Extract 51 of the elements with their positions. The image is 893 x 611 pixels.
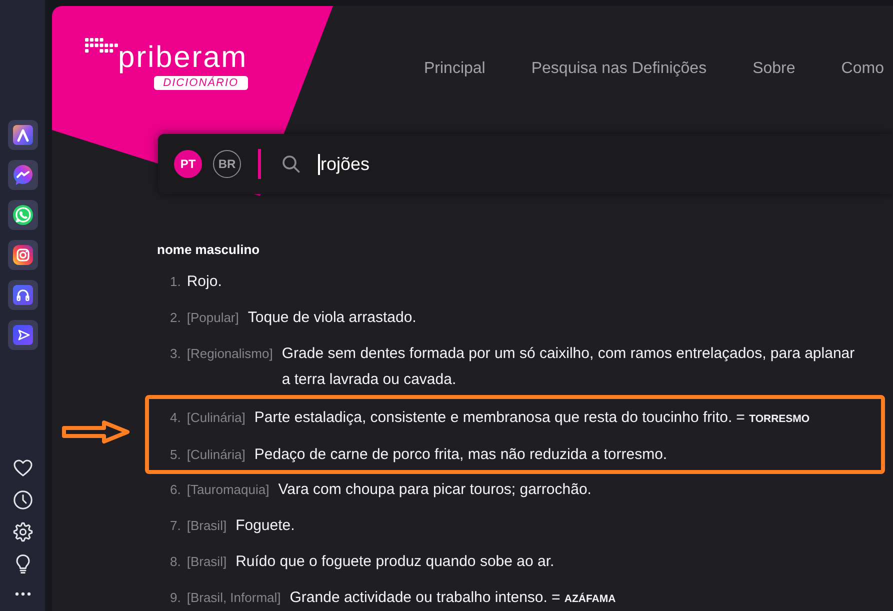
triangle-app-icon[interactable] xyxy=(8,120,38,150)
logo-dots-icon xyxy=(85,38,119,54)
lightbulb-icon[interactable] xyxy=(14,554,30,574)
nav-link[interactable]: Pesquisa nas Definições xyxy=(531,59,707,79)
definition-text: Ruído que o foguete produz quando sobe ao ar. xyxy=(236,553,554,570)
headphones-icon[interactable] xyxy=(8,280,38,310)
definition-number: 8. xyxy=(170,553,181,571)
synonym-link[interactable]: = TORRESMO xyxy=(736,409,810,426)
definition-text: Pedaço de carne de porco frita, mas não reduzida a torresmo. xyxy=(254,446,668,463)
usage-label: [Brasil, Informal] xyxy=(186,589,281,607)
definition-number: 4. xyxy=(170,409,181,427)
clock-icon[interactable] xyxy=(12,490,32,510)
synonym-link[interactable]: = AZÁFAMA xyxy=(551,589,616,606)
usage-label: [Culinária] xyxy=(186,446,246,464)
definition-number: 6. xyxy=(170,481,181,499)
definition-number: 9. xyxy=(170,589,181,607)
definition-text: Grade sem dentes formada por um só caixilho, com ramos entrelaçados, para aplanar a terra lavrada ou cavada. xyxy=(282,345,855,388)
camera-icon[interactable] xyxy=(8,240,38,270)
nav-link[interactable]: Principal xyxy=(424,59,486,79)
definition-text: Grande actividade ou trabalho intenso. xyxy=(290,589,548,606)
arrow-icon xyxy=(62,420,130,444)
usage-label: [Culinária] xyxy=(186,409,246,427)
definition-text: Toque de viola arrastado. xyxy=(248,309,416,326)
definition-text: Rojo. xyxy=(186,273,222,290)
usage-label: [Popular] xyxy=(186,309,239,327)
usage-label: [Brasil] xyxy=(186,553,227,571)
lightning-chat-bubble-icon[interactable] xyxy=(8,160,38,190)
definition-number: 7. xyxy=(170,517,181,535)
language-tab[interactable]: BR xyxy=(213,150,241,178)
nav-link[interactable]: Como xyxy=(841,59,884,79)
search-icon xyxy=(282,155,300,173)
definition-number: 3. xyxy=(170,345,181,363)
search-field[interactable]: rojões xyxy=(314,146,893,182)
definition-number: 5. xyxy=(170,446,181,464)
usage-label: [Tauromaquia] xyxy=(186,481,270,499)
definition-text: Foguete. xyxy=(236,517,295,534)
logo-badge: DICIONÁRIO xyxy=(154,76,248,90)
usage-label: [Regionalismo] xyxy=(186,345,273,363)
logo-wordmark[interactable]: priberam xyxy=(118,43,248,73)
definition-text: Vara com choupa para picar touros; garrochão. xyxy=(278,481,592,498)
language-tab[interactable]: PT xyxy=(174,150,202,178)
definition-number: 1. xyxy=(170,273,181,291)
phone-chat-bubble-icon[interactable] xyxy=(8,200,38,230)
nav-link[interactable]: Sobre xyxy=(752,59,796,79)
settings-icon[interactable] xyxy=(12,522,32,542)
usage-label: [Brasil] xyxy=(186,517,227,535)
heart-icon[interactable] xyxy=(12,459,32,477)
more-icon[interactable] xyxy=(14,592,30,596)
definition-number: 2. xyxy=(170,309,181,327)
definition-text: Parte estaladiça, consistente e membranosa que resta do toucinho frito. xyxy=(254,409,732,426)
grammar-label: nome masculino xyxy=(157,241,260,259)
